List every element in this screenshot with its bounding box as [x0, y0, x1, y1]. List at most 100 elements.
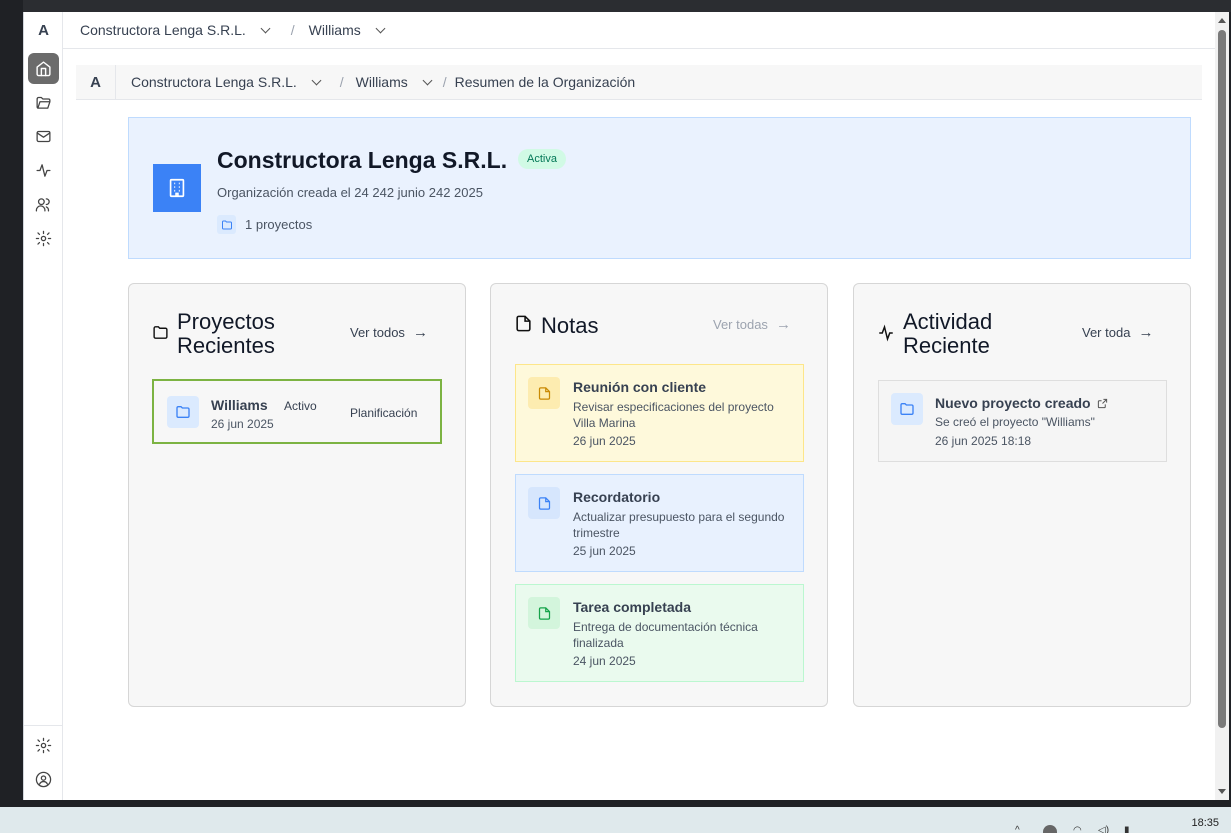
activity-icon [879, 324, 893, 342]
inner-breadcrumb-org[interactable]: Constructora Lenga S.R.L. [131, 74, 328, 90]
sidebar-divider [24, 725, 63, 726]
inner-logo[interactable]: A [76, 64, 116, 100]
breadcrumb-separator: / [290, 22, 295, 38]
sidebar-item-settings[interactable] [28, 223, 59, 254]
note-item[interactable]: Tarea completada Entrega de documentació… [515, 584, 804, 682]
organization-name: Constructora Lenga S.R.L. [217, 147, 508, 173]
view-all-projects-link[interactable]: Ver todos → [350, 324, 428, 341]
clock: 18:35 [1191, 817, 1219, 829]
inner-breadcrumb-project[interactable]: Williams [356, 74, 439, 90]
recent-projects-card: Proyectos Recientes Ver todos → Williams… [128, 283, 466, 707]
scroll-up-arrow-icon[interactable] [1218, 18, 1226, 23]
sidebar-item-projects[interactable] [28, 87, 59, 118]
external-link-icon[interactable] [1097, 398, 1108, 409]
card-header: Actividad Reciente [877, 310, 1013, 358]
scroll-down-arrow-icon[interactable] [1218, 789, 1226, 794]
note-body: Entrega de documentación técnica finaliz… [573, 620, 758, 650]
settings-icon [35, 737, 52, 754]
sidebar-item-profile[interactable] [28, 764, 59, 795]
top-breadcrumb: Constructora Lenga S.R.L. / Williams [63, 12, 1216, 49]
breadcrumb-org-label: Constructora Lenga S.R.L. [80, 22, 246, 38]
note-item[interactable]: Recordatorio Actualizar presupuesto para… [515, 474, 804, 572]
note-icon [528, 377, 560, 409]
settings-icon [35, 230, 52, 247]
project-status: Activo [284, 399, 317, 413]
activity-title-label: Nuevo proyecto creado [935, 395, 1091, 411]
os-taskbar: ^ ◠ ◁) ▮ 18:35 [0, 807, 1231, 833]
inner-breadcrumb: A Constructora Lenga S.R.L. / Williams /… [76, 64, 1202, 100]
os-top-strip [0, 0, 1231, 12]
tray-chevron-icon[interactable]: ^ [1015, 825, 1020, 833]
users-icon [35, 198, 50, 212]
sidebar: A [24, 12, 63, 800]
card-title: Actividad Reciente [903, 309, 993, 358]
card-title: Proyectos Recientes [177, 309, 275, 358]
view-all-label: Ver toda [1082, 325, 1131, 340]
breadcrumb-project-label: Williams [308, 22, 361, 38]
arrow-right-icon: → [1138, 324, 1154, 341]
breadcrumb-org[interactable]: Constructora Lenga S.R.L. [80, 22, 277, 38]
status-badge: Activa [518, 149, 566, 169]
user-circle-icon [35, 771, 52, 788]
tray-app-icon[interactable] [1043, 825, 1057, 833]
app-window: A Constructora Lenga S.R.L. / Williams A… [23, 12, 1216, 800]
breadcrumb-project[interactable]: Williams [309, 22, 392, 38]
folder-icon [891, 393, 923, 425]
building-icon [153, 164, 201, 212]
organization-project-count: 1 proyectos [217, 215, 312, 234]
note-icon [516, 315, 531, 332]
scrollbar-thumb[interactable] [1218, 30, 1226, 728]
wifi-icon[interactable]: ◠ [1073, 825, 1082, 833]
breadcrumb-separator: / [339, 74, 344, 90]
chevron-down-icon [260, 23, 271, 34]
project-name: Williams [211, 397, 268, 413]
view-all-notes-link[interactable]: Ver todas → [713, 316, 791, 333]
arrow-right-icon: → [412, 324, 428, 341]
chevron-down-icon [375, 23, 386, 34]
chevron-down-icon [422, 75, 433, 86]
folder-icon [153, 326, 168, 339]
os-left-strip [0, 0, 23, 807]
note-icon [528, 597, 560, 629]
vertical-scrollbar[interactable] [1215, 12, 1229, 800]
recent-activity-card: Actividad Reciente Ver toda → Nuevo proy… [853, 283, 1191, 707]
card-title: Notas [541, 313, 599, 338]
note-title: Recordatorio [573, 489, 661, 505]
view-all-activity-link[interactable]: Ver toda → [1082, 324, 1153, 341]
note-body: Actualizar presupuesto para el segundo t… [573, 510, 785, 540]
inner-breadcrumb-project-label: Williams [355, 74, 408, 90]
inner-breadcrumb-org-label: Constructora Lenga S.R.L. [131, 74, 297, 90]
activity-title: Nuevo proyecto creado [935, 395, 1108, 411]
chevron-down-icon [311, 75, 322, 86]
sidebar-item-mail[interactable] [28, 121, 59, 152]
note-title: Tarea completada [573, 599, 692, 615]
folder-icon [167, 396, 199, 428]
view-all-label: Ver todos [350, 325, 405, 340]
note-date: 25 jun 2025 [573, 544, 636, 558]
inner-breadcrumb-page: Resumen de la Organización [454, 74, 636, 90]
organization-created-date: Organización creada el 24 242 junio 242 … [217, 185, 483, 200]
note-date: 26 jun 2025 [573, 434, 636, 448]
note-item[interactable]: Reunión con cliente Revisar especificaci… [515, 364, 804, 462]
card-header: Proyectos Recientes [152, 310, 307, 358]
home-icon [36, 61, 51, 77]
battery-icon[interactable]: ▮ [1124, 825, 1130, 833]
sidebar-item-users[interactable] [28, 189, 59, 220]
volume-icon[interactable]: ◁) [1098, 825, 1109, 833]
project-phase: Planificación [350, 406, 418, 420]
folder-icon [217, 215, 236, 234]
sidebar-item-bottom-settings[interactable] [28, 730, 59, 761]
project-list-item[interactable]: Williams Activo Planificación 26 jun 202… [152, 379, 442, 444]
activity-item[interactable]: Nuevo proyecto creado Se creó el proyect… [878, 380, 1167, 462]
sidebar-item-home[interactable] [28, 53, 59, 84]
note-title: Reunión con cliente [573, 379, 707, 395]
activity-body: Se creó el proyecto "Williams" [935, 415, 1095, 429]
activity-date: 26 jun 2025 18:18 [935, 434, 1032, 448]
note-body: Revisar especificaciones del proyecto Vi… [573, 400, 774, 430]
breadcrumb-separator: / [442, 74, 447, 90]
view-all-label: Ver todas [713, 317, 768, 332]
app-logo[interactable]: A [24, 22, 63, 39]
note-date: 24 jun 2025 [573, 654, 636, 668]
activity-icon [36, 164, 51, 177]
sidebar-item-activity[interactable] [28, 155, 59, 186]
